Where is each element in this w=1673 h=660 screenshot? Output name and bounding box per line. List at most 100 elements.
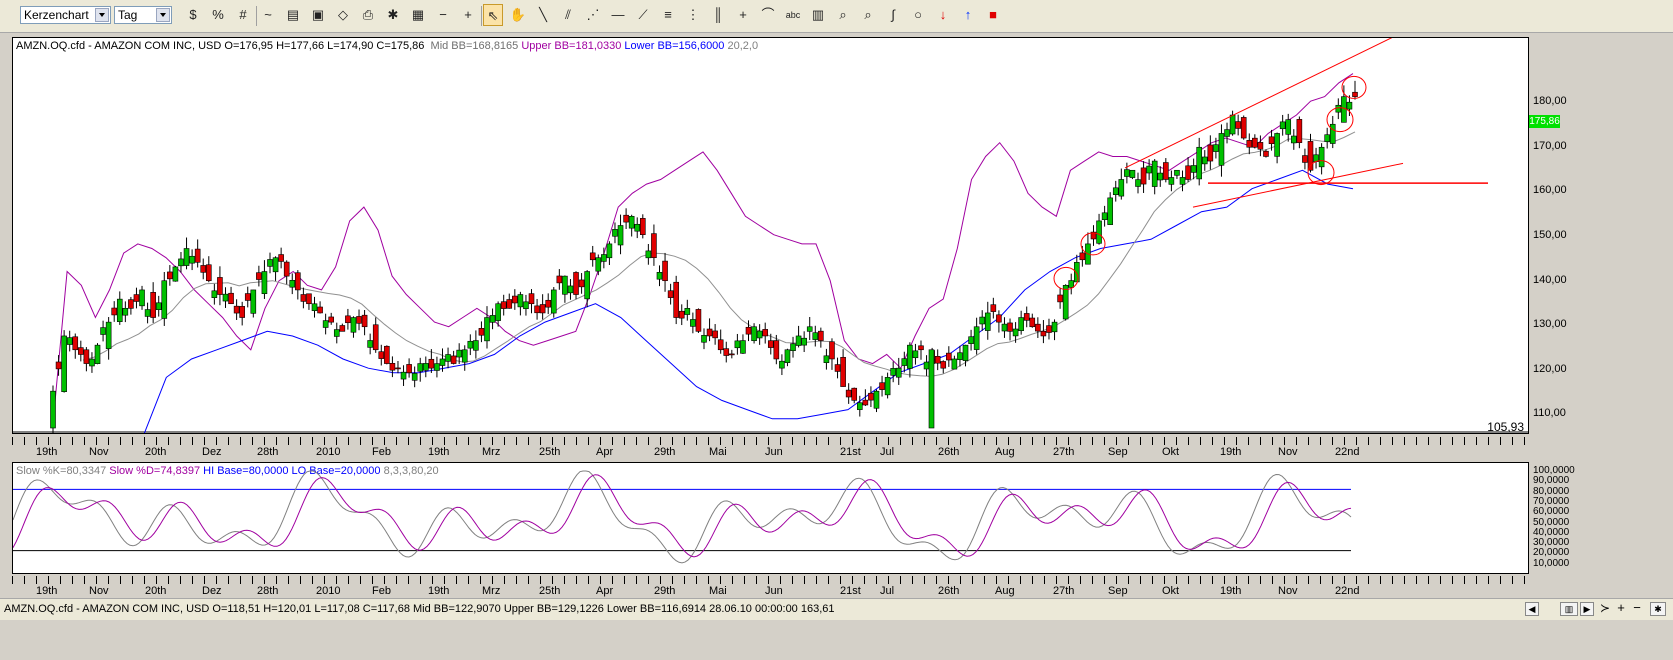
candle-body [1029,317,1036,328]
candle-body [395,367,401,370]
candle-body [439,358,446,366]
last-price-badge: 175,86 [1529,115,1560,128]
candle-body [133,294,140,302]
price-tick-label: 110,00 [1533,407,1566,419]
x-tick-label: 26th [938,446,960,458]
candle-body [1112,187,1119,195]
jump-end-icon[interactable]: ≻ [1598,602,1612,616]
sell-arrow-icon[interactable]: ↓ [933,4,953,26]
price-tick-label: 130,00 [1533,318,1567,330]
candle-body [740,340,746,354]
candle-body [1124,169,1130,177]
candle-body [990,304,997,312]
buy-arrow-icon[interactable]: ↑ [958,4,978,26]
candle-body [205,264,212,282]
candle-body [1257,142,1264,150]
zoom-out-icon[interactable]: − [433,4,453,26]
zoom-region-icon[interactable]: ⌕ [858,4,878,26]
table-icon[interactable]: ▦ [408,4,428,26]
candle-body [523,301,529,310]
search-icon[interactable]: ⌕ [833,4,853,26]
candle-body [823,355,830,363]
x-tick-label: 2010 [316,446,341,458]
candle-body [1135,179,1141,187]
percent-icon[interactable]: % [208,4,228,26]
line-icon[interactable]: ╲ [533,4,553,26]
candle-body [645,250,652,259]
cycle-icon[interactable]: ║ [708,4,728,26]
channel-icon[interactable]: ⫽ [558,4,578,26]
candle-body [723,348,730,356]
toolbar-separator [481,6,482,26]
x-tick-label: 28th [257,585,279,597]
eraser-icon[interactable]: ◇ [333,4,353,26]
zoom-in-icon[interactable]: + [1614,601,1628,616]
chart-type-select[interactable]: Kerzenchart [20,6,111,24]
freehand-icon[interactable]: ∫ [883,4,903,26]
x-tick-label: Aug [995,585,1015,597]
candle-body [1073,262,1080,283]
candle-body [256,272,262,280]
x-tick-label: Mrz [482,446,501,458]
text-icon[interactable]: abc [783,4,803,26]
cursor-icon[interactable]: ⇖ [483,4,503,26]
chevron-down-icon[interactable] [95,8,109,22]
candle-body [411,373,418,381]
settings-icon[interactable]: ✱ [383,4,403,26]
image-icon[interactable]: ▣ [308,4,328,26]
candle-body [1057,294,1063,303]
fibonacci-icon[interactable]: ≡ [658,4,678,26]
scroll-left-icon[interactable]: ◀ [1525,602,1539,616]
candle-body [1007,322,1013,332]
period-select[interactable]: Tag [114,6,172,24]
arc-icon[interactable]: ⌒ [758,4,778,26]
stochastic-svg [13,470,1352,564]
color-palette-icon[interactable]: ■ [983,4,1003,26]
x-tick-label: Apr [596,585,614,597]
candle-body [1163,162,1169,180]
chevron-down-icon[interactable] [156,8,170,22]
candle-body [1218,133,1225,166]
parallel-lines-icon[interactable]: ⋰ [583,4,603,26]
settings-icon[interactable]: ✱ [1650,602,1666,616]
template-icon[interactable]: ▤ [283,4,303,26]
candle-body [167,271,173,280]
print-icon[interactable]: ⎙ [358,4,378,26]
candle-body [94,344,101,364]
grid-icon[interactable]: # [233,4,253,26]
candle-body [105,321,112,349]
crosshair-icon[interactable]: + [733,4,753,26]
fan-icon[interactable]: ⟋ [633,4,653,26]
candle-body [1285,119,1292,135]
hand-icon[interactable]: ✋ [508,4,528,26]
candle-body [1023,313,1030,321]
candle-body [1346,101,1353,110]
candle-body [901,358,908,366]
candle-body [1268,136,1275,145]
candle-body [856,402,863,410]
retracement-icon[interactable]: ⋮ [683,4,703,26]
candle-body [1107,197,1113,225]
x-tick-label: 19th [36,446,58,458]
candle-body [111,307,118,316]
dollar-percent-icon[interactable]: $ [183,4,203,26]
x-tick-label: 19th [428,585,450,597]
stochastic-panel[interactable]: Slow %K=80,3347 Slow %D=74,8397 HI Base=… [12,462,1529,574]
zoom-out-icon[interactable]: − [1630,601,1644,616]
candle-body [812,332,819,340]
circle-icon[interactable]: ○ [908,4,928,26]
candle-body [434,363,440,371]
candle-body [144,309,151,317]
indicator-icon[interactable]: ~ [258,4,278,26]
candle-body [701,335,707,343]
price-chart-panel[interactable]: AMZN.OQ.cfd - AMAZON COM INC, USD O=176,… [12,37,1529,434]
calculator-icon[interactable]: ▥ [808,4,828,26]
x-tick-label: 19th [36,585,58,597]
horizontal-line-icon[interactable]: — [608,4,628,26]
zoom-in-icon[interactable]: + [458,4,478,26]
scroll-right-icon[interactable]: ▶ [1580,602,1594,616]
candle-body [1318,146,1325,168]
candle-body [339,325,346,332]
scrollbar-thumb[interactable]: ▥ [1560,602,1578,616]
candle-body [1118,179,1125,197]
